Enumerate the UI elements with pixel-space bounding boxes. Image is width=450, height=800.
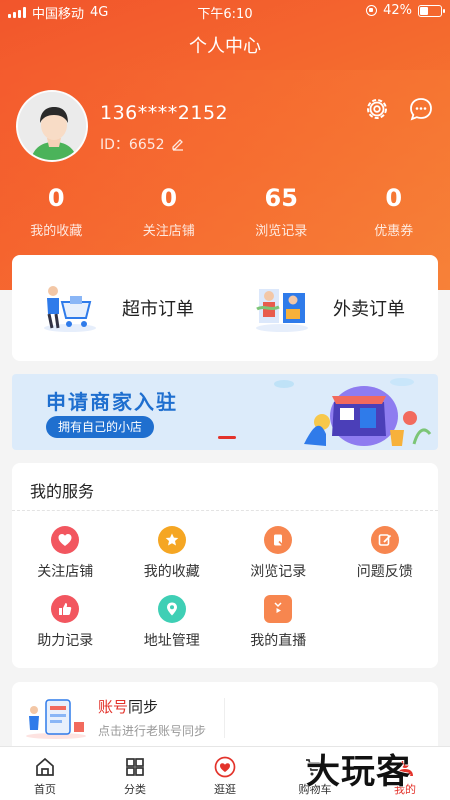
battery-percent: 42% xyxy=(383,3,412,18)
category-grid-icon xyxy=(126,758,144,776)
orders-card: 超市订单 外卖订单 xyxy=(12,255,438,361)
sync-divider xyxy=(224,698,225,738)
stat-coupons[interactable]: 0 优惠券 xyxy=(338,184,450,239)
star-icon xyxy=(157,526,186,554)
message-bubble-icon[interactable] xyxy=(408,96,434,122)
location-pin-icon xyxy=(157,595,186,623)
supermarket-cart-icon xyxy=(44,286,96,332)
service-browse-history[interactable]: 浏览记录 xyxy=(225,526,332,581)
avatar[interactable] xyxy=(16,90,88,162)
services-title: 我的服务 xyxy=(30,482,95,501)
service-favorites[interactable]: 我的收藏 xyxy=(119,526,226,581)
service-label: 地址管理 xyxy=(143,633,200,649)
heart-badge-icon xyxy=(214,756,236,778)
service-label: 关注店铺 xyxy=(37,564,94,580)
settings-gear-icon[interactable] xyxy=(364,96,390,122)
service-label: 我的直播 xyxy=(250,633,307,649)
username-phone: 136****2152 xyxy=(100,102,229,124)
merchant-join-banner[interactable]: 申请商家入驻 拥有自己的小店 xyxy=(12,374,438,450)
stat-label: 浏览记录 xyxy=(255,224,308,239)
stat-label: 关注店铺 xyxy=(142,224,195,239)
page-title: 个人中心 xyxy=(189,36,261,57)
service-followed-shops[interactable]: 关注店铺 xyxy=(12,526,119,581)
stat-label: 优惠券 xyxy=(374,224,414,239)
history-icon xyxy=(264,526,293,554)
supermarket-orders-button[interactable]: 超市订单 xyxy=(12,282,225,334)
service-feedback[interactable]: 问题反馈 xyxy=(332,526,439,581)
tab-category[interactable]: 分类 xyxy=(90,747,180,800)
service-label: 助力记录 xyxy=(37,633,94,649)
banner-subtitle-pill: 拥有自己的小店 xyxy=(46,416,155,438)
stat-browse-history[interactable]: 65 浏览记录 xyxy=(225,184,338,239)
service-my-live[interactable]: 我的直播 xyxy=(225,595,332,650)
tab-home[interactable]: 首页 xyxy=(0,747,90,800)
order-label: 外卖订单 xyxy=(333,299,405,320)
stats-row: 0 我的收藏 0 关注店铺 65 浏览记录 0 优惠券 xyxy=(0,184,450,239)
feedback-icon xyxy=(370,526,399,554)
order-label: 超市订单 xyxy=(122,299,194,320)
home-icon xyxy=(36,757,54,776)
edit-pencil-icon[interactable] xyxy=(171,137,185,151)
service-label: 问题反馈 xyxy=(356,564,413,580)
stat-value: 0 xyxy=(47,184,65,212)
services-card: 我的服务 关注店铺 我的收藏 浏览记录 问题反馈 助力记录 地址管理 我的直播 xyxy=(12,463,438,668)
heart-icon xyxy=(51,526,80,554)
sync-subtitle: 点击进行老账号同步 xyxy=(98,724,207,738)
account-sync-illustration-icon xyxy=(26,699,86,739)
stat-favorites[interactable]: 0 我的收藏 xyxy=(0,184,113,239)
service-address-management[interactable]: 地址管理 xyxy=(119,595,226,650)
storefront-illustration-icon xyxy=(274,378,432,446)
tab-label: 分类 xyxy=(124,783,146,796)
watermark-text: 大玩客 xyxy=(306,752,411,792)
stat-value: 0 xyxy=(385,184,403,212)
service-label: 我的收藏 xyxy=(143,564,200,580)
battery-icon xyxy=(418,4,445,17)
live-tv-icon xyxy=(264,595,293,623)
service-boost-records[interactable]: 助力记录 xyxy=(12,595,119,650)
services-divider xyxy=(12,510,438,511)
stat-label: 我的收藏 xyxy=(30,224,83,239)
thumb-up-icon xyxy=(51,595,80,623)
tab-label: 首页 xyxy=(34,783,56,796)
tab-browse[interactable]: 逛逛 xyxy=(180,747,270,800)
tab-label: 逛逛 xyxy=(214,783,236,796)
carousel-indicator xyxy=(218,436,236,439)
sync-title: 账号同步 xyxy=(98,698,159,716)
status-bar: 中国移动 4G 下午6:10 42% xyxy=(0,0,450,22)
user-id-row: ID：6652 xyxy=(100,134,185,154)
banner-title: 申请商家入驻 xyxy=(46,390,178,414)
stat-followed-shops[interactable]: 0 关注店铺 xyxy=(113,184,226,239)
stat-value: 0 xyxy=(160,184,178,212)
orientation-lock-icon xyxy=(366,5,378,16)
takeaway-orders-button[interactable]: 外卖订单 xyxy=(225,283,438,333)
stat-value: 65 xyxy=(264,184,298,212)
service-label: 浏览记录 xyxy=(250,564,307,580)
takeaway-delivery-icon xyxy=(256,289,308,332)
user-id: ID：6652 xyxy=(100,137,165,153)
